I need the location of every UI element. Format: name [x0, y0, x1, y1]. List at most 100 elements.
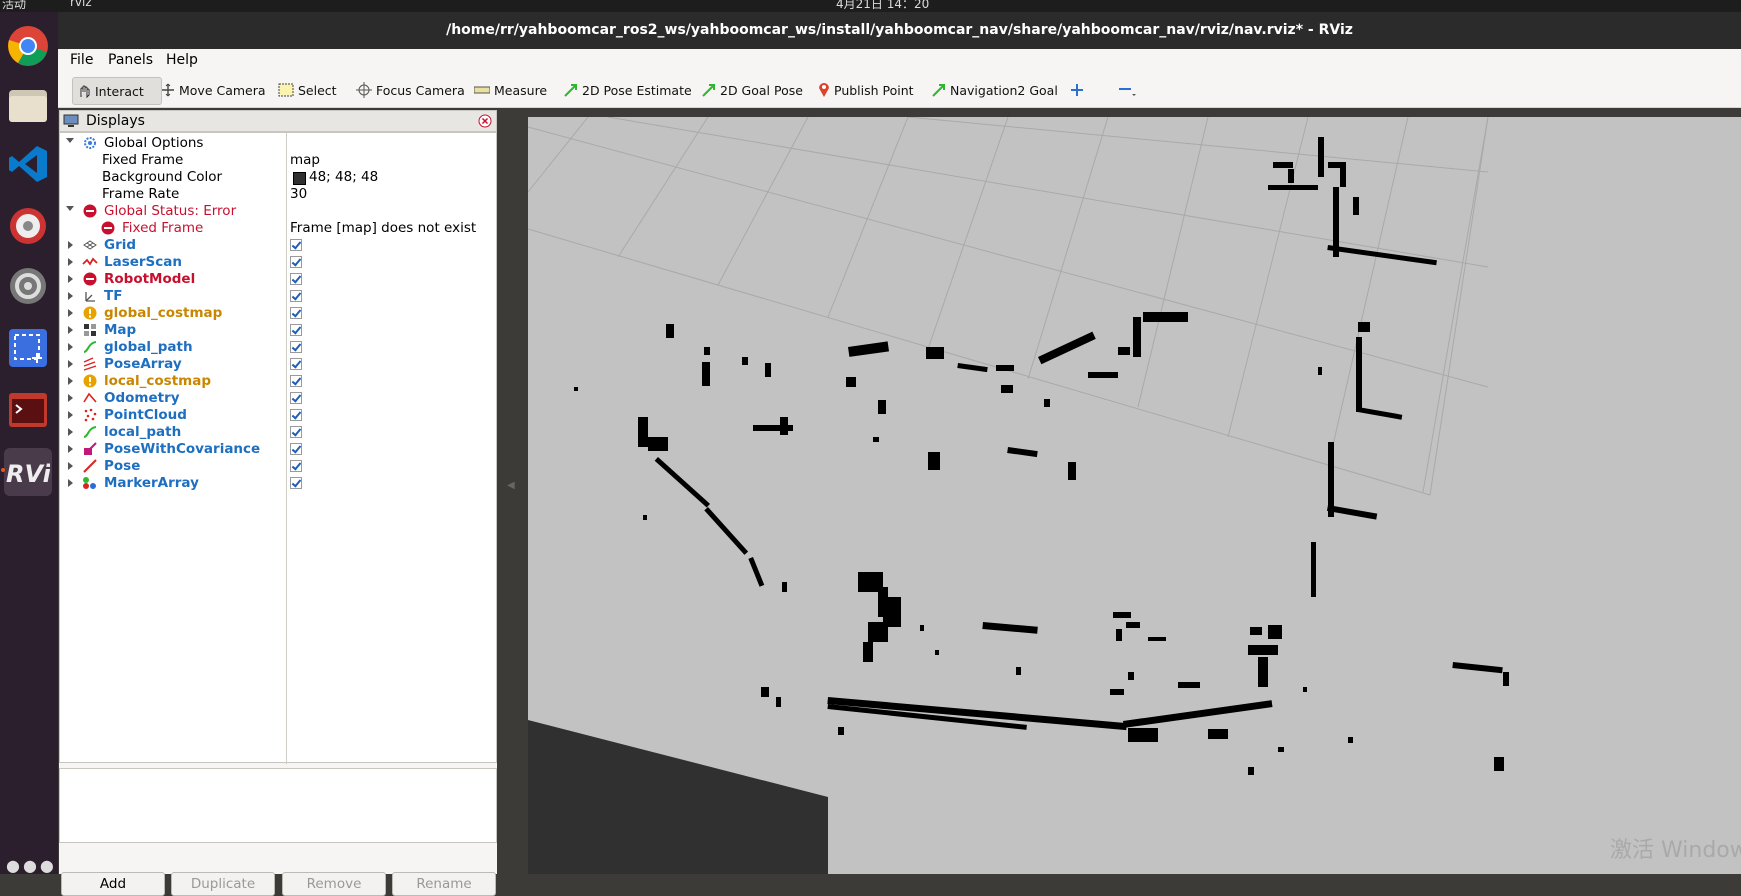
chrome-icon[interactable] — [4, 22, 52, 70]
monitor-icon — [63, 114, 79, 132]
enable-checkbox[interactable] — [290, 426, 302, 438]
green-arrow-icon — [932, 83, 946, 97]
expand-arrow-icon[interactable] — [66, 206, 74, 211]
screenshot-icon[interactable] — [4, 324, 52, 372]
error-icon — [100, 220, 116, 236]
measure-label: Measure — [494, 82, 548, 98]
expand-arrow-icon[interactable] — [68, 360, 73, 368]
map-pin-icon — [818, 82, 830, 98]
duplicate-button[interactable]: Duplicate — [171, 872, 275, 896]
expand-arrow-icon[interactable] — [68, 241, 73, 249]
enable-checkbox[interactable] — [290, 290, 302, 302]
minus-icon — [1118, 82, 1138, 98]
enable-checkbox[interactable] — [290, 273, 302, 285]
running-indicator — [1, 468, 5, 472]
pose-estimate-tool[interactable]: 2D Pose Estimate — [564, 77, 692, 103]
move-camera-tool[interactable]: Move Camera — [161, 77, 266, 103]
displays-panel: Displays Global Options Fixed Frame map … — [59, 110, 497, 896]
expand-arrow-icon[interactable] — [66, 138, 74, 143]
menu-file[interactable]: File — [70, 52, 93, 68]
enable-checkbox[interactable] — [290, 443, 302, 455]
frame-rate-label: Frame Rate — [102, 186, 180, 202]
add-button[interactable]: Add — [61, 872, 165, 896]
green-arrow-icon — [564, 83, 578, 97]
posearray-icon — [82, 356, 98, 372]
select-label: Select — [298, 82, 337, 98]
expand-arrow-icon[interactable] — [68, 309, 73, 317]
enable-checkbox[interactable] — [290, 409, 302, 421]
vscode-icon[interactable] — [4, 140, 52, 188]
goal-pose-tool[interactable]: 2D Goal Pose — [702, 77, 803, 103]
odometry-icon — [82, 390, 98, 406]
expand-arrow-icon[interactable] — [68, 343, 73, 351]
enable-checkbox[interactable] — [290, 477, 302, 489]
expand-arrow-icon[interactable] — [68, 377, 73, 385]
expand-arrow-icon[interactable] — [68, 326, 73, 334]
rename-button[interactable]: Rename — [392, 872, 496, 896]
warning-icon — [82, 373, 98, 389]
enable-checkbox[interactable] — [290, 256, 302, 268]
display-label: Odometry — [104, 390, 180, 406]
measure-tool[interactable]: Measure — [474, 77, 547, 103]
nav2-goal-tool[interactable]: Navigation2 Goal — [932, 77, 1058, 103]
close-panel-icon[interactable] — [478, 114, 492, 132]
clock[interactable]: 4月21日 14：20 — [836, 0, 929, 12]
rviz-icon[interactable]: RViz — [4, 448, 52, 496]
global-status-label: Global Status: Error — [104, 203, 237, 219]
expand-arrow-icon[interactable] — [68, 275, 73, 283]
enable-checkbox[interactable] — [290, 307, 302, 319]
enable-checkbox[interactable] — [290, 239, 302, 251]
global-options-label: Global Options — [104, 135, 204, 151]
focus-camera-tool[interactable]: Focus Camera — [356, 77, 465, 103]
expand-arrow-icon[interactable] — [68, 479, 73, 487]
window-title: /home/rr/yahboomcar_ros2_ws/yahboomcar_w… — [58, 12, 1741, 49]
enable-checkbox[interactable] — [290, 324, 302, 336]
show-apps-icon[interactable]: ●●● — [6, 856, 57, 875]
expand-arrow-icon[interactable] — [68, 258, 73, 266]
terminal-icon[interactable] — [4, 386, 52, 434]
expand-arrow-icon[interactable] — [68, 411, 73, 419]
expand-arrow-icon[interactable] — [68, 428, 73, 436]
displays-tree-body: Global Options Fixed Frame map Backgroun… — [59, 132, 497, 764]
display-item-markerarray[interactable]: MarkerArray — [60, 474, 496, 493]
menu-panels[interactable]: Panels — [108, 52, 153, 68]
color-swatch[interactable] — [293, 172, 306, 185]
remove-tool-button[interactable] — [1118, 77, 1142, 103]
settings-icon[interactable] — [4, 262, 52, 310]
select-tool[interactable]: Select — [278, 77, 337, 103]
frame-rate-value[interactable]: 30 — [290, 186, 307, 202]
description-box — [59, 768, 497, 843]
select-icon — [278, 83, 294, 97]
plus-icon — [1070, 83, 1084, 97]
render-viewport[interactable] — [528, 117, 1741, 874]
menu-help[interactable]: Help — [166, 52, 198, 68]
display-label: Map — [104, 322, 137, 338]
app-menu[interactable]: rviz — [70, 0, 92, 9]
expand-arrow-icon[interactable] — [68, 445, 73, 453]
pointcloud-icon — [82, 407, 98, 423]
tool-bar: Interact Move Camera Select Focus Camera… — [58, 72, 1741, 108]
files-icon[interactable] — [4, 82, 52, 130]
software-updater-icon[interactable] — [4, 202, 52, 250]
enable-checkbox[interactable] — [290, 358, 302, 370]
expand-arrow-icon[interactable] — [68, 462, 73, 470]
background-color-value[interactable]: 48; 48; 48 — [309, 169, 378, 185]
hand-icon — [77, 84, 91, 98]
enable-checkbox[interactable] — [290, 375, 302, 387]
collapse-panel-handle[interactable]: ◀ — [507, 480, 515, 491]
display-label: PoseArray — [104, 356, 182, 372]
expand-arrow-icon[interactable] — [68, 292, 73, 300]
move-camera-icon — [161, 83, 175, 97]
path-icon — [82, 339, 98, 355]
expand-arrow-icon[interactable] — [68, 394, 73, 402]
interact-tool[interactable]: Interact — [72, 77, 162, 105]
remove-button[interactable]: Remove — [282, 872, 386, 896]
enable-checkbox[interactable] — [290, 341, 302, 353]
enable-checkbox[interactable] — [290, 392, 302, 404]
add-tool-button[interactable] — [1070, 77, 1088, 103]
activities-button[interactable]: 活动 — [2, 0, 26, 12]
enable-checkbox[interactable] — [290, 460, 302, 472]
display-label: global_costmap — [104, 305, 223, 321]
publish-point-tool[interactable]: Publish Point — [818, 77, 914, 103]
fixed-frame-value[interactable]: map — [290, 152, 320, 168]
